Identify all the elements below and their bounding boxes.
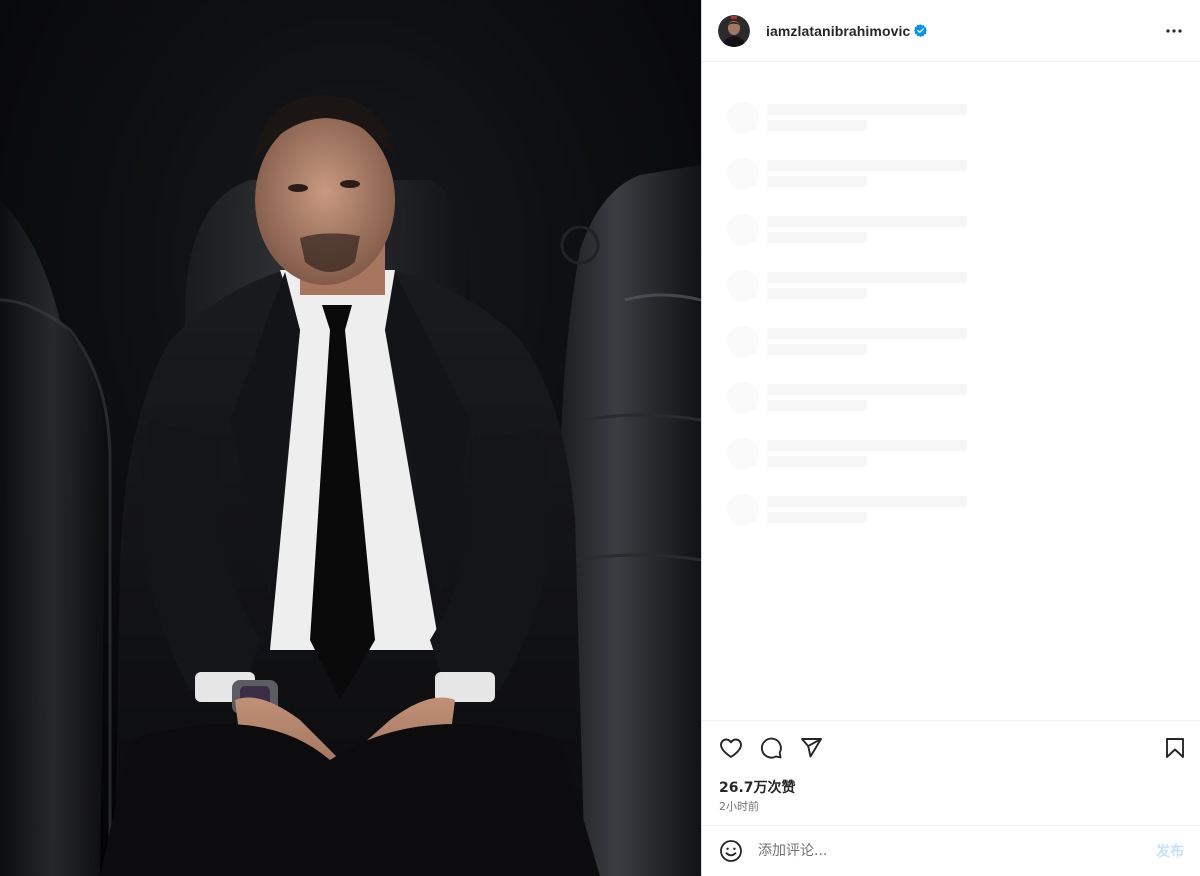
emoji-icon	[720, 840, 742, 862]
more-options-button[interactable]	[1162, 19, 1186, 43]
share-button[interactable]	[798, 735, 824, 761]
photo-illustration	[0, 0, 701, 876]
comment-input[interactable]	[758, 843, 1156, 859]
verified-badge-icon	[914, 24, 928, 37]
username[interactable]: iamzlatanibrahimovic	[766, 23, 910, 39]
comment-skeleton	[727, 102, 987, 136]
comment-skeleton	[727, 326, 987, 360]
post-comment-button[interactable]: 发布	[1156, 841, 1184, 861]
comment-icon	[760, 737, 782, 759]
like-button[interactable]	[718, 735, 744, 761]
post-side-panel: iamzlatanibrahimovic 26.7万次赞 2小时前 添加评论..…	[701, 0, 1200, 876]
post-actions: 26.7万次赞 2小时前	[702, 720, 1200, 825]
comment-skeleton	[727, 494, 987, 528]
avatar[interactable]	[718, 14, 750, 47]
comment-skeleton	[727, 270, 987, 304]
comment-button[interactable]	[758, 735, 784, 761]
comment-skeleton	[727, 382, 987, 416]
avatar-image	[718, 14, 750, 47]
heart-icon	[720, 738, 742, 758]
post-timestamp[interactable]: 2小时前	[719, 798, 759, 814]
comment-form: 发布	[702, 825, 1200, 876]
more-horizontal-icon	[1166, 28, 1182, 33]
comment-skeleton	[727, 214, 987, 248]
send-icon	[801, 738, 822, 758]
post-header: iamzlatanibrahimovic	[702, 0, 1200, 62]
emoji-button[interactable]	[718, 838, 744, 864]
post-dialog: iamzlatanibrahimovic 26.7万次赞 2小时前 添加评论..…	[0, 0, 1200, 876]
comment-skeleton	[727, 158, 987, 192]
action-icons-row	[718, 735, 1188, 761]
post-photo[interactable]	[0, 0, 701, 876]
save-button[interactable]	[1162, 735, 1188, 761]
bookmark-icon	[1166, 738, 1184, 758]
comments-loading-list	[702, 62, 1200, 720]
likes-count[interactable]: 26.7万次赞	[719, 777, 796, 797]
comment-skeleton	[727, 438, 987, 472]
